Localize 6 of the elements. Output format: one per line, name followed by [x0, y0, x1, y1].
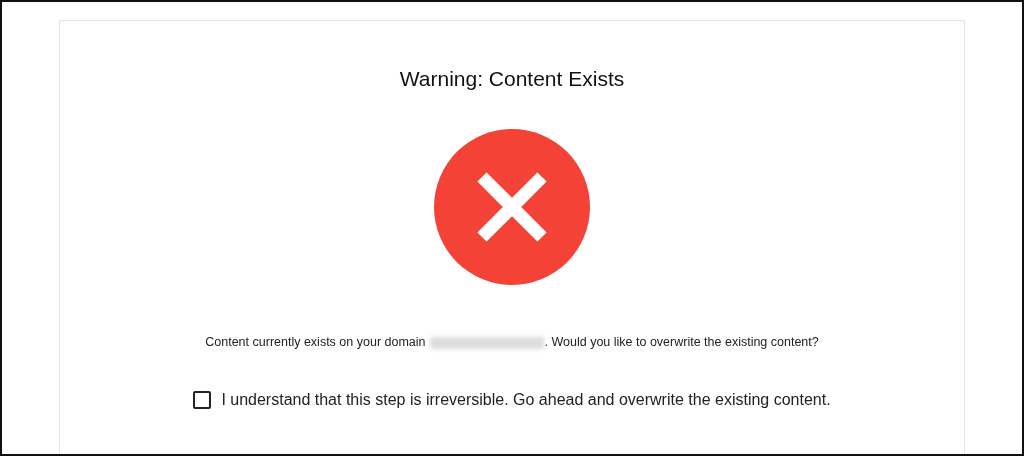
warning-message: . Would you like to overwrite the existing content?	[544, 334, 819, 352]
warning-message: Content currently exists on your domain	[205, 334, 426, 352]
dialog-title: Warning: Content Exists	[399, 66, 625, 92]
checkbox-label: I understand that this step is irreversible. Go ahead and overwrite the existing content.	[221, 389, 831, 410]
confirm-checkbox[interactable]	[193, 390, 212, 409]
error-icon	[434, 129, 590, 286]
